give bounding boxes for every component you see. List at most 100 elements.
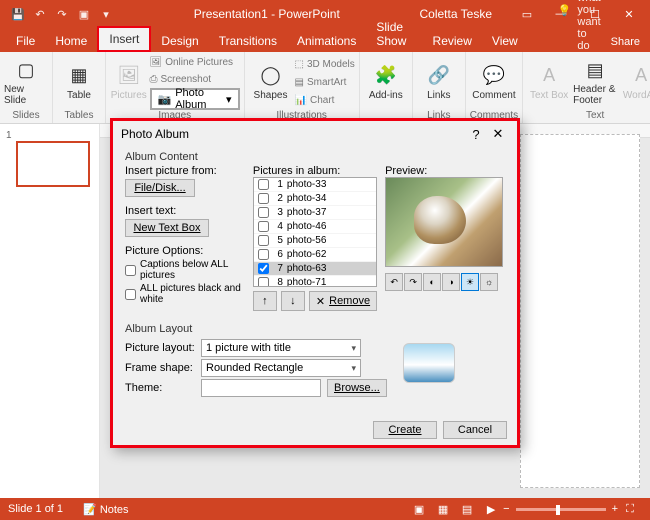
3d-models-icon: ⬚: [295, 59, 304, 70]
chart-button[interactable]: 📊Chart: [295, 92, 355, 108]
album-content-label: Album Content: [125, 151, 505, 163]
group-addins: 🧩Add-ins: [360, 52, 413, 123]
online-pictures-button[interactable]: 🖼Online Pictures: [150, 54, 240, 70]
table-icon: ▦: [67, 64, 91, 88]
new-text-box-button[interactable]: New Text Box: [125, 219, 209, 237]
undo-icon[interactable]: ↶: [32, 6, 48, 22]
create-button[interactable]: Create: [373, 421, 437, 439]
frame-shape-select[interactable]: Rounded Rectangle▾: [201, 359, 361, 377]
tab-animations[interactable]: Animations: [287, 30, 366, 52]
zoom-slider[interactable]: [516, 508, 606, 511]
links-button[interactable]: 🔗Links: [417, 54, 461, 110]
chevron-down-icon: ▾: [226, 93, 232, 106]
chart-icon: 📊: [295, 95, 307, 106]
slide-number: 1: [6, 130, 93, 141]
cancel-button[interactable]: Cancel: [443, 421, 507, 439]
group-slides: ▢New Slide Slides: [0, 52, 53, 123]
move-up-button[interactable]: ↑: [253, 291, 277, 311]
smartart-button[interactable]: ▤SmartArt: [295, 74, 355, 90]
tab-view[interactable]: View: [482, 30, 528, 52]
black-white-checkbox[interactable]: ALL pictures black and white: [125, 283, 245, 305]
captions-checkbox[interactable]: Captions below ALL pictures: [125, 259, 245, 281]
slideshow-view-icon[interactable]: ▶: [479, 503, 503, 516]
comment-button[interactable]: 💬Comment: [472, 54, 516, 110]
fit-to-window-icon[interactable]: ⛶: [618, 503, 642, 516]
save-icon[interactable]: 💾: [10, 6, 26, 22]
photo-album-button[interactable]: 📷 Photo Album ▾: [150, 88, 240, 110]
close-icon[interactable]: ✕: [487, 126, 509, 142]
tab-review[interactable]: Review: [423, 30, 482, 52]
header-footer-button[interactable]: ▤Header & Footer: [573, 54, 617, 110]
slide-counter: Slide 1 of 1: [8, 503, 63, 515]
move-down-button[interactable]: ↓: [281, 291, 305, 311]
quick-access-toolbar: 💾 ↶ ↷ ▣ ▾: [10, 6, 114, 22]
text-box-button[interactable]: AText Box: [527, 54, 571, 110]
tab-home[interactable]: Home: [45, 30, 97, 52]
list-item: 2photo-34: [254, 192, 376, 206]
group-images: 🖼Pictures 🖼Online Pictures ⎙Screenshot 📷…: [106, 52, 245, 123]
contrast-up-button[interactable]: ◐: [423, 273, 441, 291]
preview-image: [385, 177, 503, 267]
album-layout-label: Album Layout: [125, 323, 505, 335]
list-item: 8photo-71: [254, 276, 376, 287]
sorter-view-icon[interactable]: ▦: [431, 503, 455, 516]
bulb-icon: 💡: [558, 4, 572, 17]
ribbon: ▢New Slide Slides ▦Table Tables 🖼Picture…: [0, 52, 650, 124]
list-item: 6photo-62: [254, 248, 376, 262]
slide-thumbnail-1[interactable]: [16, 141, 90, 187]
wordart-button[interactable]: AWordArt: [619, 54, 650, 110]
preview-label: Preview:: [385, 165, 505, 177]
addins-button[interactable]: 🧩Add-ins: [364, 54, 408, 110]
file-disk-button[interactable]: File/Disk...: [125, 179, 195, 197]
tab-file[interactable]: File: [6, 30, 45, 52]
tab-insert[interactable]: Insert: [97, 26, 151, 52]
table-button[interactable]: ▦Table: [57, 54, 101, 110]
3d-models-button[interactable]: ⬚3D Models: [295, 56, 355, 72]
insert-picture-from-label: Insert picture from:: [125, 165, 245, 177]
qat-dropdown-icon[interactable]: ▾: [98, 6, 114, 22]
status-bar: Slide 1 of 1 📝 Notes ▣ ▦ ▤ ▶ − + ⛶: [0, 498, 650, 520]
picture-layout-select[interactable]: 1 picture with title▾: [201, 339, 361, 357]
close-window-icon[interactable]: ✕: [614, 4, 644, 24]
group-comments: 💬Comment Comments: [466, 52, 523, 123]
remove-button[interactable]: ✕Remove: [309, 291, 377, 311]
pictures-button[interactable]: 🖼Pictures: [110, 54, 148, 110]
remove-x-icon: ✕: [316, 295, 325, 308]
shapes-button[interactable]: ◯Shapes: [249, 54, 293, 110]
tell-me-search[interactable]: 💡Tell me what you want to do: [528, 0, 601, 52]
normal-view-icon[interactable]: ▣: [407, 503, 431, 516]
chevron-down-icon: ▾: [351, 363, 356, 374]
rotate-left-button[interactable]: ↶: [385, 273, 403, 291]
browse-button[interactable]: Browse...: [327, 379, 387, 397]
pictures-listbox[interactable]: 1photo-33 2photo-34 3photo-37 4photo-46 …: [253, 177, 377, 287]
ribbon-tabs: File Home Insert Design Transitions Anim…: [0, 28, 650, 52]
redo-icon[interactable]: ↷: [54, 6, 70, 22]
brightness-up-button[interactable]: ☀: [461, 273, 479, 291]
theme-input[interactable]: [201, 379, 321, 397]
slide-canvas[interactable]: [520, 134, 640, 488]
rotate-right-button[interactable]: ↷: [404, 273, 422, 291]
share-button[interactable]: Share: [601, 32, 650, 52]
theme-label: Theme:: [125, 382, 195, 394]
brightness-down-button[interactable]: ☼: [480, 273, 498, 291]
group-links: 🔗Links Links: [413, 52, 466, 123]
screenshot-button[interactable]: ⎙Screenshot: [150, 71, 240, 87]
slide-thumbnail-panel[interactable]: 1: [0, 124, 100, 498]
notes-button[interactable]: 📝 Notes: [83, 503, 129, 516]
contrast-down-button[interactable]: ◑: [442, 273, 460, 291]
start-slideshow-icon[interactable]: ▣: [76, 6, 92, 22]
layout-preview: [403, 343, 455, 383]
shapes-icon: ◯: [259, 64, 283, 88]
pictures-icon: 🖼: [117, 64, 141, 88]
text-box-icon: A: [537, 64, 561, 88]
list-item: 1photo-33: [254, 178, 376, 192]
zoom-out-button[interactable]: −: [503, 503, 509, 515]
tab-design[interactable]: Design: [151, 30, 208, 52]
new-slide-button[interactable]: ▢New Slide: [4, 54, 48, 110]
reading-view-icon[interactable]: ▤: [455, 503, 479, 516]
tab-transitions[interactable]: Transitions: [209, 30, 287, 52]
header-footer-icon: ▤: [583, 58, 607, 82]
help-icon[interactable]: ?: [465, 127, 487, 142]
user-name[interactable]: Coletta Teske: [420, 7, 493, 21]
tab-slideshow[interactable]: Slide Show: [366, 16, 422, 52]
